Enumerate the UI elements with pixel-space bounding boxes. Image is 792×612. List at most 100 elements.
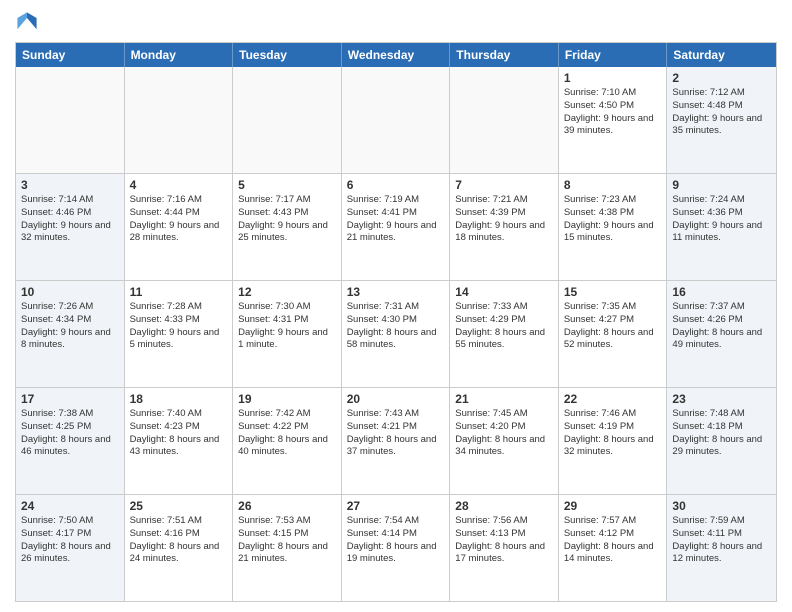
- day-info: Sunrise: 7:24 AM Sunset: 4:36 PM Dayligh…: [672, 194, 771, 245]
- day-info: Sunrise: 7:38 AM Sunset: 4:25 PM Dayligh…: [21, 408, 119, 459]
- cal-cell-27: 27 Sunrise: 7:54 AM Sunset: 4:14 PM Dayli…: [342, 495, 451, 601]
- day-info: Sunrise: 7:31 AM Sunset: 4:30 PM Dayligh…: [347, 301, 445, 352]
- day-number: 27: [347, 499, 445, 513]
- cal-cell-empty-4: [450, 67, 559, 173]
- day-info: Sunrise: 7:30 AM Sunset: 4:31 PM Dayligh…: [238, 301, 336, 352]
- day-info: Sunrise: 7:23 AM Sunset: 4:38 PM Dayligh…: [564, 194, 662, 245]
- day-info: Sunrise: 7:26 AM Sunset: 4:34 PM Dayligh…: [21, 301, 119, 352]
- cal-cell-5: 5 Sunrise: 7:17 AM Sunset: 4:43 PM Daylig…: [233, 174, 342, 280]
- cal-cell-15: 15Sunrise: 7:35 AM Sunset: 4:27 PM Dayli…: [559, 281, 668, 387]
- cal-cell-23: 23 Sunrise: 7:48 AM Sunset: 4:18 PM Dayli…: [667, 388, 776, 494]
- cal-cell-16: 16 Sunrise: 7:37 AM Sunset: 4:26 PM Dayli…: [667, 281, 776, 387]
- day-info: Sunrise: 7:57 AM Sunset: 4:12 PM Dayligh…: [564, 515, 662, 566]
- day-number: 10: [21, 285, 119, 299]
- cal-cell-8: 8 Sunrise: 7:23 AM Sunset: 4:38 PM Daylig…: [559, 174, 668, 280]
- cal-cell-17: 17 Sunrise: 7:38 AM Sunset: 4:25 PM Dayli…: [16, 388, 125, 494]
- header-day-tuesday: Tuesday: [233, 43, 342, 67]
- day-number: 13: [347, 285, 445, 299]
- header-day-wednesday: Wednesday: [342, 43, 451, 67]
- day-info: Sunrise: 7:43 AM Sunset: 4:21 PM Dayligh…: [347, 408, 445, 459]
- day-number: 14: [455, 285, 553, 299]
- day-number: 23: [672, 392, 771, 406]
- cal-cell-empty-3: [342, 67, 451, 173]
- day-number: 29: [564, 499, 662, 513]
- day-number: 24: [21, 499, 119, 513]
- cal-cell-4: 4 Sunrise: 7:16 AM Sunset: 4:44 PM Daylig…: [125, 174, 234, 280]
- day-number: 1: [564, 71, 662, 85]
- day-number: 5: [238, 178, 336, 192]
- day-number: 11: [130, 285, 228, 299]
- day-info: Sunrise: 7:28 AM Sunset: 4:33 PM Dayligh…: [130, 301, 228, 352]
- cal-cell-6: 6 Sunrise: 7:19 AM Sunset: 4:41 PM Daylig…: [342, 174, 451, 280]
- day-info: Sunrise: 7:54 AM Sunset: 4:14 PM Dayligh…: [347, 515, 445, 566]
- day-number: 8: [564, 178, 662, 192]
- cal-cell-2: 2Sunrise: 7:12 AM Sunset: 4:48 PM Daylig…: [667, 67, 776, 173]
- calendar-header: SundayMondayTuesdayWednesdayThursdayFrid…: [16, 43, 776, 67]
- day-info: Sunrise: 7:16 AM Sunset: 4:44 PM Dayligh…: [130, 194, 228, 245]
- day-number: 3: [21, 178, 119, 192]
- cal-cell-20: 20 Sunrise: 7:43 AM Sunset: 4:21 PM Dayli…: [342, 388, 451, 494]
- day-number: 15: [564, 285, 662, 299]
- day-number: 28: [455, 499, 553, 513]
- calendar-row-1: 3 Sunrise: 7:14 AM Sunset: 4:46 PM Daylig…: [16, 174, 776, 281]
- day-number: 17: [21, 392, 119, 406]
- calendar-row-4: 24 Sunrise: 7:50 AM Sunset: 4:17 PM Dayli…: [16, 495, 776, 601]
- day-number: 4: [130, 178, 228, 192]
- day-info: Sunrise: 7:45 AM Sunset: 4:20 PM Dayligh…: [455, 408, 553, 459]
- header-day-thursday: Thursday: [450, 43, 559, 67]
- day-info: Sunrise: 7:17 AM Sunset: 4:43 PM Dayligh…: [238, 194, 336, 245]
- day-number: 30: [672, 499, 771, 513]
- day-info: Sunrise: 7:14 AM Sunset: 4:46 PM Dayligh…: [21, 194, 119, 245]
- day-info: Sunrise: 7:19 AM Sunset: 4:41 PM Dayligh…: [347, 194, 445, 245]
- header-day-friday: Friday: [559, 43, 668, 67]
- cal-cell-12: 12 Sunrise: 7:30 AM Sunset: 4:31 PM Dayli…: [233, 281, 342, 387]
- cal-cell-30: 30Sunrise: 7:59 AM Sunset: 4:11 PM Dayli…: [667, 495, 776, 601]
- header-day-sunday: Sunday: [16, 43, 125, 67]
- day-info: Sunrise: 7:40 AM Sunset: 4:23 PM Dayligh…: [130, 408, 228, 459]
- calendar-row-2: 10 Sunrise: 7:26 AM Sunset: 4:34 PM Dayli…: [16, 281, 776, 388]
- cal-cell-22: 22 Sunrise: 7:46 AM Sunset: 4:19 PM Dayli…: [559, 388, 668, 494]
- header: [15, 10, 777, 34]
- day-number: 19: [238, 392, 336, 406]
- day-number: 12: [238, 285, 336, 299]
- calendar: SundayMondayTuesdayWednesdayThursdayFrid…: [15, 42, 777, 602]
- day-number: 16: [672, 285, 771, 299]
- cal-cell-26: 26Sunrise: 7:53 AM Sunset: 4:15 PM Dayli…: [233, 495, 342, 601]
- cal-cell-7: 7Sunrise: 7:21 AM Sunset: 4:39 PM Daylig…: [450, 174, 559, 280]
- page: SundayMondayTuesdayWednesdayThursdayFrid…: [0, 0, 792, 612]
- calendar-row-3: 17 Sunrise: 7:38 AM Sunset: 4:25 PM Dayli…: [16, 388, 776, 495]
- day-number: 25: [130, 499, 228, 513]
- cal-cell-13: 13 Sunrise: 7:31 AM Sunset: 4:30 PM Dayli…: [342, 281, 451, 387]
- cal-cell-empty-0: [16, 67, 125, 173]
- day-info: Sunrise: 7:46 AM Sunset: 4:19 PM Dayligh…: [564, 408, 662, 459]
- logo-icon: [15, 10, 39, 34]
- day-number: 9: [672, 178, 771, 192]
- day-info: Sunrise: 7:51 AM Sunset: 4:16 PM Dayligh…: [130, 515, 228, 566]
- day-info: Sunrise: 7:10 AM Sunset: 4:50 PM Dayligh…: [564, 87, 662, 138]
- cal-cell-14: 14 Sunrise: 7:33 AM Sunset: 4:29 PM Dayli…: [450, 281, 559, 387]
- cal-cell-19: 19 Sunrise: 7:42 AM Sunset: 4:22 PM Dayli…: [233, 388, 342, 494]
- cal-cell-25: 25 Sunrise: 7:51 AM Sunset: 4:16 PM Dayli…: [125, 495, 234, 601]
- day-info: Sunrise: 7:33 AM Sunset: 4:29 PM Dayligh…: [455, 301, 553, 352]
- cal-cell-1: 1 Sunrise: 7:10 AM Sunset: 4:50 PM Daylig…: [559, 67, 668, 173]
- day-info: Sunrise: 7:50 AM Sunset: 4:17 PM Dayligh…: [21, 515, 119, 566]
- day-info: Sunrise: 7:42 AM Sunset: 4:22 PM Dayligh…: [238, 408, 336, 459]
- day-info: Sunrise: 7:37 AM Sunset: 4:26 PM Dayligh…: [672, 301, 771, 352]
- cal-cell-21: 21 Sunrise: 7:45 AM Sunset: 4:20 PM Dayli…: [450, 388, 559, 494]
- calendar-row-0: 1 Sunrise: 7:10 AM Sunset: 4:50 PM Daylig…: [16, 67, 776, 174]
- cal-cell-10: 10 Sunrise: 7:26 AM Sunset: 4:34 PM Dayli…: [16, 281, 125, 387]
- day-number: 18: [130, 392, 228, 406]
- header-day-monday: Monday: [125, 43, 234, 67]
- day-number: 21: [455, 392, 553, 406]
- calendar-body: 1 Sunrise: 7:10 AM Sunset: 4:50 PM Daylig…: [16, 67, 776, 601]
- day-info: Sunrise: 7:53 AM Sunset: 4:15 PM Dayligh…: [238, 515, 336, 566]
- day-info: Sunrise: 7:48 AM Sunset: 4:18 PM Dayligh…: [672, 408, 771, 459]
- cal-cell-18: 18 Sunrise: 7:40 AM Sunset: 4:23 PM Dayli…: [125, 388, 234, 494]
- cal-cell-9: 9 Sunrise: 7:24 AM Sunset: 4:36 PM Daylig…: [667, 174, 776, 280]
- cal-cell-29: 29 Sunrise: 7:57 AM Sunset: 4:12 PM Dayli…: [559, 495, 668, 601]
- day-number: 20: [347, 392, 445, 406]
- day-number: 6: [347, 178, 445, 192]
- day-info: Sunrise: 7:12 AM Sunset: 4:48 PM Dayligh…: [672, 87, 771, 138]
- logo: [15, 10, 41, 34]
- day-number: 22: [564, 392, 662, 406]
